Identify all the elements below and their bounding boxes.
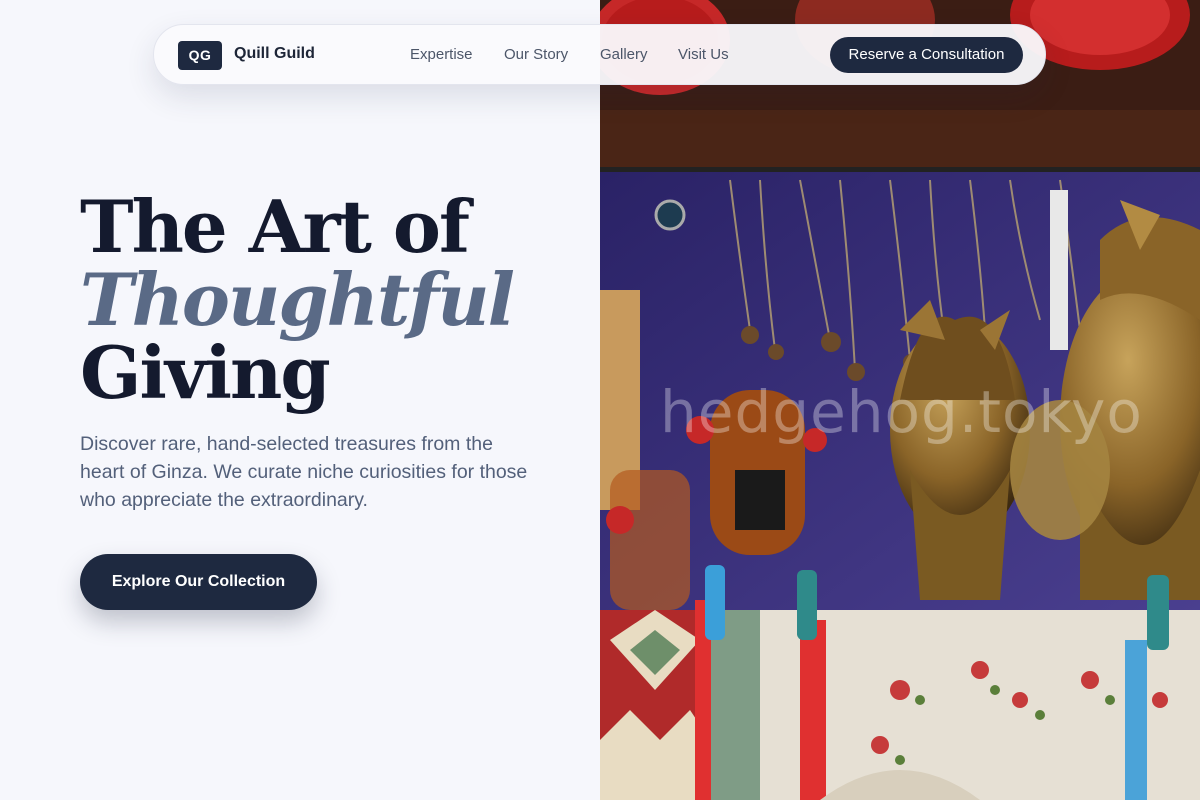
headline-line-3: Giving [80, 330, 331, 415]
nav-link-expertise[interactable]: Expertise [410, 46, 473, 63]
photo-watermark: hedgehog.tokyo [660, 378, 1143, 446]
hero-headline: The Art of Thoughtful Giving [80, 184, 515, 415]
headline-accent: Thoughtful [80, 257, 515, 342]
nav-link-visit-us[interactable]: Visit Us [678, 46, 729, 63]
hero-description: Discover rare, hand-selected treasures f… [80, 433, 528, 511]
nav-link-our-story[interactable]: Our Story [504, 46, 568, 63]
headline-line-1: The Art of [80, 184, 470, 269]
logo-badge[interactable]: QG [178, 41, 222, 70]
nav-link-gallery[interactable]: Gallery [600, 46, 648, 63]
reserve-consultation-button[interactable]: Reserve a Consultation [830, 37, 1023, 73]
brand-name[interactable]: Quill Guild [234, 45, 315, 63]
explore-collection-button[interactable]: Explore Our Collection [80, 554, 317, 610]
top-navigation-bar: QG Quill Guild Expertise Our Story Galle… [153, 24, 1046, 85]
hero-photo: hedgehog.tokyo [600, 0, 1200, 800]
